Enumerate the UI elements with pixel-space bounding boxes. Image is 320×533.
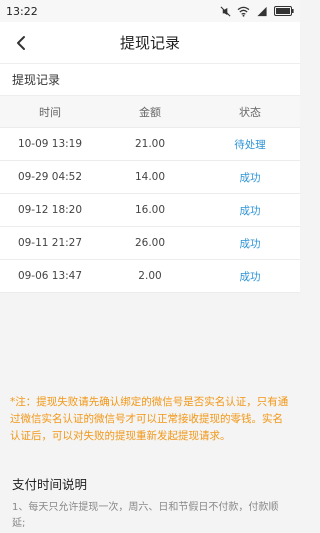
status-bar: 13:22 [0, 0, 300, 22]
page-title: 提现记录 [119, 34, 180, 52]
row-time: 10-09 13:19 [17, 138, 83, 150]
status-time: 13:22 [6, 4, 38, 18]
withdraw-notice: *注：提现失败请先确认绑定的微信号是否实名认证，只有通过微信实名认证的微信号才可… [10, 396, 289, 442]
withdraw-table: 时间 金额 状态 10-09 13:19 21.00 待处理 09-29 04:… [0, 96, 300, 293]
row-time: 09-29 04:52 [17, 171, 83, 183]
section-title: 提现记录 [0, 64, 300, 96]
row-status: 成功 [239, 171, 261, 184]
row-status: 成功 [239, 237, 261, 250]
row-amount: 16.00 [134, 204, 166, 216]
row-amount: 26.00 [134, 237, 166, 249]
row-amount: 14.00 [134, 171, 166, 183]
signal-icon [257, 6, 267, 16]
row-status: 成功 [239, 204, 261, 217]
wifi-icon [237, 6, 250, 17]
table-row: 09-29 04:52 14.00 成功 [0, 161, 300, 194]
table-row: 10-09 13:19 21.00 待处理 [0, 128, 300, 161]
table-row: 09-11 21:27 26.00 成功 [0, 227, 300, 260]
back-button[interactable] [8, 30, 34, 56]
rules-title: 支付时间说明 [12, 477, 88, 492]
battery-icon [274, 6, 294, 16]
row-status: 成功 [239, 270, 261, 283]
header-amount: 金额 [139, 105, 161, 119]
row-time: 09-12 18:20 [17, 204, 83, 216]
row-amount: 21.00 [134, 138, 166, 150]
row-amount: 2.00 [138, 270, 162, 282]
nav-bar: 提现记录 [0, 22, 300, 64]
table-header: 时间 金额 状态 [0, 96, 300, 128]
header-time: 时间 [39, 105, 61, 119]
table-row: 09-12 18:20 16.00 成功 [0, 194, 300, 227]
mute-icon [220, 6, 231, 16]
rules-text: 1、每天只允许提现一次，周六、日和节假日不付款，付款顺延; [12, 502, 279, 529]
row-time: 09-06 13:47 [17, 270, 83, 282]
row-time: 09-11 21:27 [17, 237, 83, 249]
table-row: 09-06 13:47 2.00 成功 [0, 260, 300, 293]
header-status: 状态 [239, 105, 261, 119]
status-icons [220, 6, 294, 17]
chevron-left-icon [17, 36, 25, 50]
row-status: 待处理 [234, 138, 266, 151]
